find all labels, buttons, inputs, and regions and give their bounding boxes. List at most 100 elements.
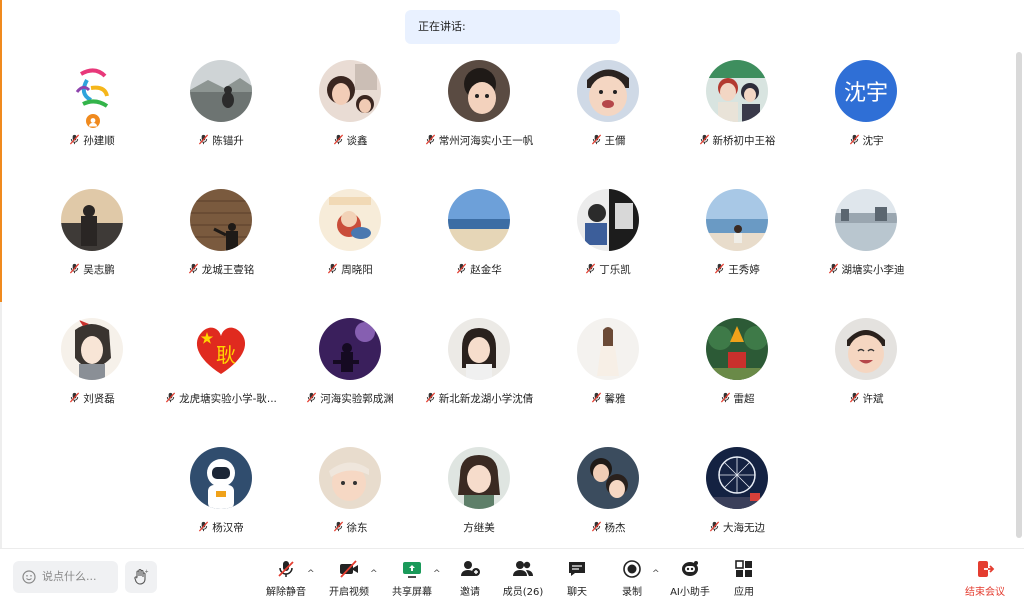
mic-muted-icon	[306, 392, 320, 405]
participant-tile[interactable]: 河海实验郭成渊	[286, 318, 414, 428]
avatar	[319, 60, 381, 122]
mic-muted-icon	[69, 392, 83, 405]
participant-name-row: 赵金华	[415, 262, 543, 277]
end-meeting-button[interactable]: 结束会议	[962, 559, 1008, 598]
video-off-icon	[340, 560, 358, 578]
participant-name-row: 杨汉帝	[157, 520, 285, 535]
record-options-caret[interactable]: ^	[652, 569, 660, 579]
apps-button[interactable]: 应用	[714, 559, 774, 598]
participant-tile[interactable]: 湖塘实小李迪	[802, 189, 930, 299]
avatar-text: 沈宇	[844, 81, 888, 106]
mic-muted-icon	[720, 392, 734, 405]
participant-tile[interactable]: 杨杰	[544, 447, 672, 557]
participant-tile[interactable]: 许斌	[802, 318, 930, 428]
participant-name: 周晓阳	[341, 264, 373, 276]
participant-tile[interactable]: 刘贤磊	[28, 318, 156, 428]
chat-label: 聊天	[567, 587, 587, 598]
participant-name: 新桥初中王裕	[712, 135, 776, 147]
mic-muted-icon	[849, 392, 863, 405]
participant-name-row: 雷超	[673, 391, 801, 406]
participant-tile[interactable]: 徐东	[286, 447, 414, 557]
mic-muted-icon	[165, 392, 179, 405]
mic-muted-icon	[585, 263, 599, 276]
invite-button[interactable]: 邀请	[440, 559, 500, 598]
mic-muted-icon	[849, 134, 863, 147]
participant-tile[interactable]: 常州河海实小王一帆	[415, 60, 543, 170]
participant-name: 河海实验郭成渊	[320, 393, 394, 405]
participant-tile[interactable]: 吴志鹏	[28, 189, 156, 299]
participant-tile[interactable]: 杨汉帝	[157, 447, 285, 557]
mic-muted-icon	[69, 134, 83, 147]
avatar	[448, 318, 510, 380]
participant-tile[interactable]: 馨雅	[544, 318, 672, 428]
participant-name-row: 周晓阳	[286, 262, 414, 277]
avatar	[190, 189, 252, 251]
participant-tile[interactable]: 龙城王壹铭	[157, 189, 285, 299]
participant-tile[interactable]: 陈锚升	[157, 60, 285, 170]
mic-options-caret[interactable]: ^	[307, 569, 315, 579]
participant-tile[interactable]: 王秀婷	[673, 189, 801, 299]
chat-button[interactable]: 聊天	[547, 559, 607, 598]
members-button[interactable]: 成员(26)	[493, 559, 553, 598]
participant-name: 馨雅	[604, 393, 626, 405]
participant-tile[interactable]: 大海无边	[673, 447, 801, 557]
avatar	[319, 318, 381, 380]
video-options-caret[interactable]: ^	[370, 569, 378, 579]
avatar	[61, 189, 123, 251]
chat-placeholder: 说点什么...	[42, 570, 97, 583]
participant-name-row: 龙虎塘实验小学-耿...	[157, 391, 285, 406]
members-icon	[513, 561, 533, 576]
participant-tile[interactable]: 周晓阳	[286, 189, 414, 299]
mic-muted-icon	[828, 263, 842, 276]
scrollbar[interactable]	[1016, 52, 1022, 538]
mic-muted-icon	[425, 392, 439, 405]
svg-text:+: +	[145, 569, 149, 575]
participant-tile[interactable]: 新桥初中王裕	[673, 60, 801, 170]
mic-muted-icon	[456, 263, 470, 276]
start-video-label: 开启视频	[329, 587, 369, 598]
chat-icon	[569, 562, 585, 576]
participant-name-row: 龙城王壹铭	[157, 262, 285, 277]
participant-name-row: 许斌	[802, 391, 930, 406]
participant-name: 雷超	[733, 393, 755, 405]
ai-assistant-button[interactable]: AI小助手	[660, 559, 720, 598]
participant-name: 丁乐凯	[599, 264, 631, 276]
participant-name: 许斌	[862, 393, 884, 405]
mic-muted-icon	[714, 263, 728, 276]
mic-muted-icon	[333, 134, 347, 147]
chat-input[interactable]: 说点什么...	[13, 561, 118, 593]
record-label: 录制	[622, 587, 642, 598]
participant-tile[interactable]: 雷超	[673, 318, 801, 428]
participant-tile[interactable]: 新北新龙湖小学沈倩	[415, 318, 543, 428]
participant-tile[interactable]: 沈宇 沈宇	[802, 60, 930, 170]
mic-muted-icon	[188, 263, 202, 276]
mic-muted-icon	[591, 521, 605, 534]
raise-hand-button[interactable]: +	[125, 561, 157, 593]
participant-tile[interactable]: 谈鑫	[286, 60, 414, 170]
avatar	[706, 189, 768, 251]
avatar	[577, 447, 639, 509]
participant-name-row: 王秀婷	[673, 262, 801, 277]
mic-muted-icon	[591, 392, 605, 405]
apps-label: 应用	[734, 587, 754, 598]
participant-tile[interactable]: 孙建顺	[28, 60, 156, 170]
participant-tile[interactable]: 方继美	[415, 447, 543, 557]
avatar	[706, 60, 768, 122]
participant-name: 大海无边	[723, 522, 765, 534]
mic-muted-icon	[327, 263, 341, 276]
participant-name: 湖塘实小李迪	[841, 264, 905, 276]
mic-muted-icon	[333, 521, 347, 534]
participant-name: 徐东	[346, 522, 368, 534]
participant-tile[interactable]: 耿龙虎塘实验小学-耿...	[157, 318, 285, 428]
unmute-label: 解除静音	[266, 587, 306, 598]
participant-name-row: 新北新龙湖小学沈倩	[415, 391, 543, 406]
avatar	[319, 447, 381, 509]
participant-tile[interactable]: 赵金华	[415, 189, 543, 299]
mic-muted-icon	[69, 263, 83, 276]
participant-tile[interactable]: 王儞	[544, 60, 672, 170]
mic-muted-icon	[198, 134, 212, 147]
avatar: 沈宇	[835, 60, 897, 122]
emoji-icon[interactable]	[22, 570, 36, 584]
invite-label: 邀请	[460, 587, 480, 598]
participant-tile[interactable]: 丁乐凯	[544, 189, 672, 299]
